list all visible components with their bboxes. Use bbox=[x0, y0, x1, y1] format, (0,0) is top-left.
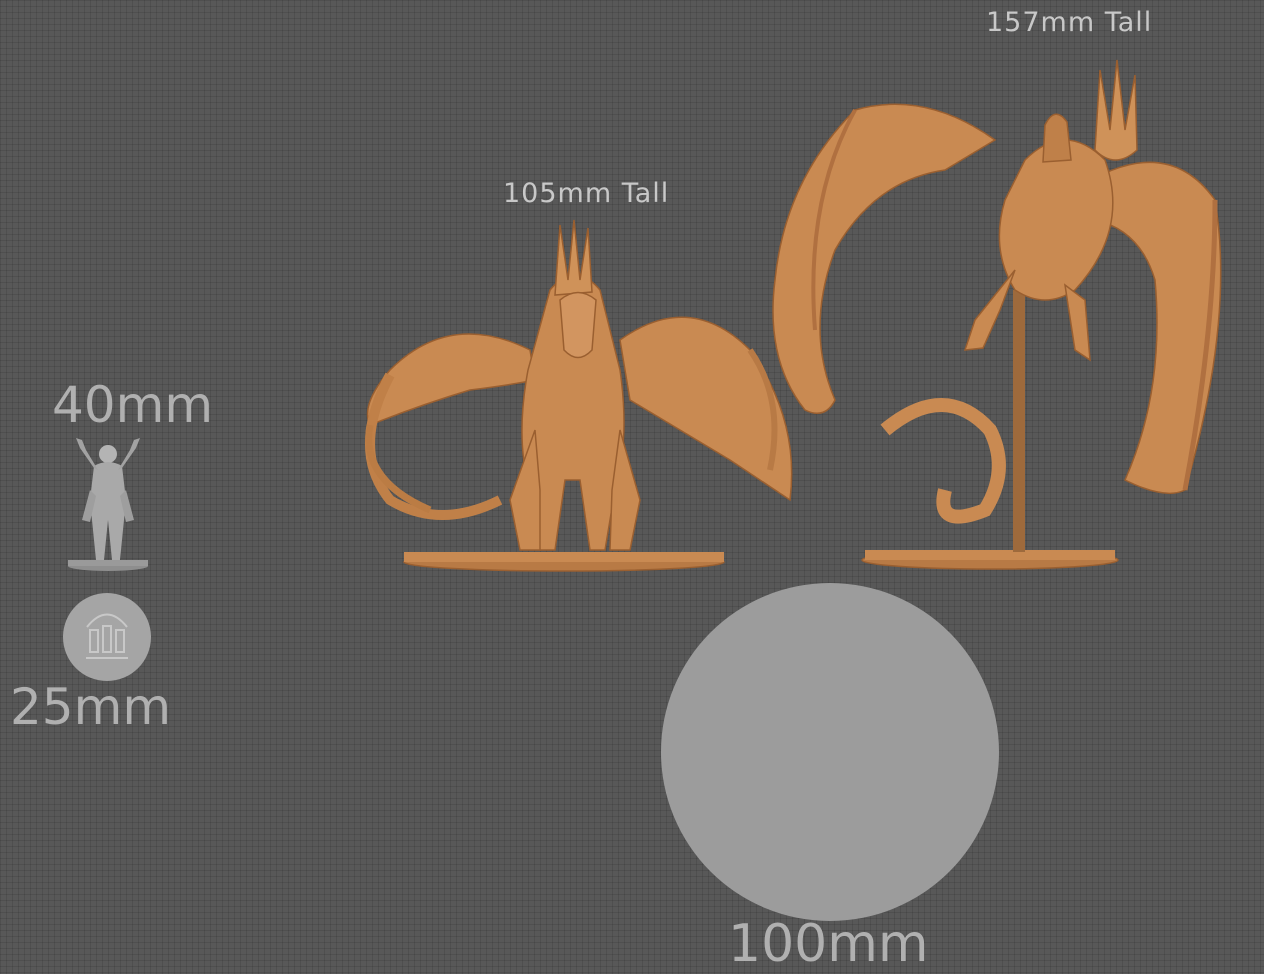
size-label-25mm: 25mm bbox=[10, 678, 172, 736]
dragon-model-front bbox=[365, 219, 793, 572]
reference-human-figure bbox=[68, 438, 148, 571]
base-25mm-disc bbox=[63, 593, 151, 681]
size-label-100mm: 100mm bbox=[728, 914, 929, 974]
size-label-40mm: 40mm bbox=[52, 376, 214, 434]
base-100mm-circle bbox=[661, 583, 999, 921]
dragon-model-flying bbox=[772, 59, 1222, 570]
